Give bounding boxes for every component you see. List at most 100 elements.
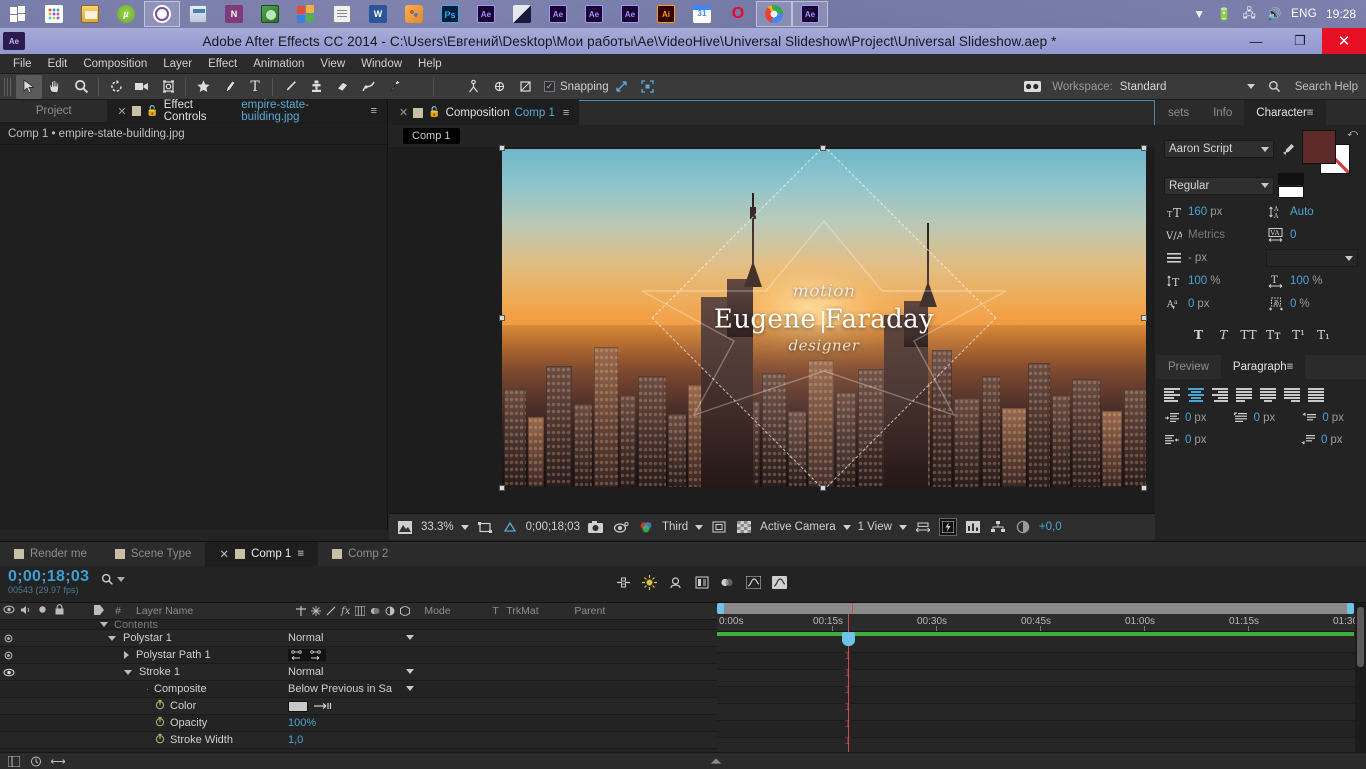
table-row[interactable]: Opacity 100% <box>0 715 717 732</box>
scrollbar-thumb[interactable] <box>1357 607 1364 667</box>
selection-handle[interactable] <box>1141 315 1147 321</box>
panel-menu-icon[interactable]: ≡ <box>297 548 304 560</box>
navigator-end-handle[interactable] <box>1347 603 1354 614</box>
stopwatch-icon[interactable] <box>155 699 165 713</box>
app-green[interactable] <box>252 1 288 27</box>
chevron-down-icon[interactable] <box>406 669 414 674</box>
timeline-graph-area[interactable]: 0:00s 00:15s 00:30s 00:45s 01:00s 01:15s… <box>717 603 1366 763</box>
work-area-bar[interactable] <box>717 632 1354 636</box>
local-axis-mode[interactable] <box>460 75 486 99</box>
composition-breadcrumb[interactable]: Comp 1 <box>389 125 1155 147</box>
composite-mode[interactable]: Below Previous in Sa <box>288 683 414 695</box>
align-center-button[interactable] <box>1186 387 1206 403</box>
layer-mode[interactable]: Normal <box>288 632 414 644</box>
pixel-aspect-icon[interactable] <box>914 518 932 536</box>
timeline-icon[interactable] <box>964 518 982 536</box>
close-icon[interactable]: ✕ <box>219 547 229 561</box>
world-axis-mode[interactable] <box>486 75 512 99</box>
justify-last-right-button[interactable] <box>1282 387 1302 403</box>
disclosure-triangle[interactable] <box>100 622 108 627</box>
video-toggle[interactable] <box>0 668 17 677</box>
timeline-search[interactable] <box>101 573 126 586</box>
region-of-interest-icon[interactable] <box>476 518 494 536</box>
tab-project[interactable]: Project <box>0 100 108 122</box>
close-button[interactable]: ✕ <box>1322 28 1366 54</box>
eyedropper-icon[interactable] <box>1278 140 1298 158</box>
tab-paragraph[interactable]: Paragraph ≡ <box>1220 355 1306 379</box>
tracking-field[interactable]: 0 <box>1290 229 1340 241</box>
menu-composition[interactable]: Composition <box>75 54 155 74</box>
tab-presets[interactable]: sets <box>1156 100 1201 125</box>
selection-handle[interactable] <box>1141 145 1147 151</box>
default-colors-swatch[interactable] <box>1278 186 1304 198</box>
gradient-app[interactable] <box>504 1 540 27</box>
window-controls[interactable]: — ❐ ✕ <box>1234 28 1366 54</box>
colors-app[interactable] <box>288 1 324 27</box>
font-size-field[interactable]: 160 px <box>1188 206 1250 218</box>
timeline-tabbar[interactable]: Render me Scene Type ✕ Comp 1 ≡ Comp 2 <box>0 542 1366 566</box>
resolution-value[interactable]: Third <box>662 521 688 533</box>
timeline-scroll-up-icon[interactable] <box>709 754 723 768</box>
selection-tool[interactable] <box>16 74 42 99</box>
chrome[interactable] <box>756 1 792 27</box>
tracking-value[interactable]: 0 <box>1290 229 1296 241</box>
table-row[interactable]: · Composite Below Previous in Sa <box>0 681 717 698</box>
start-button[interactable] <box>0 1 36 27</box>
layer-name-header[interactable]: Layer Name <box>136 605 296 617</box>
panel-menu-icon[interactable]: ≡ <box>1307 107 1314 119</box>
baseline-shift-field[interactable]: 0 px <box>1188 298 1250 310</box>
time-ruler[interactable]: 0:00s 00:15s 00:30s 00:45s 01:00s 01:15s… <box>717 614 1366 632</box>
tools-toolbar[interactable]: T ✓ Snapping Workspace: Standard Search … <box>0 74 1366 100</box>
after-effects-4[interactable]: Ae <box>612 1 648 27</box>
timeline-bottom-bar[interactable] <box>0 752 1366 769</box>
network-icon[interactable]: 🖧 <box>1241 6 1257 22</box>
effect-controls-tabbar[interactable]: Project ✕ 🔓 Effect Controls empire-state… <box>0 99 387 123</box>
snapping-toggle[interactable]: ✓ Snapping <box>544 81 609 93</box>
show-snapshot-icon[interactable] <box>612 518 630 536</box>
tsume-value[interactable]: 0 <box>1290 298 1296 310</box>
tab-comp-1[interactable]: ✕ Comp 1 ≡ <box>205 542 319 566</box>
app-launcher[interactable] <box>36 1 72 27</box>
tab-comp-2[interactable]: Comp 2 <box>318 542 402 566</box>
table-row[interactable]: Color <box>0 698 717 715</box>
stroke-over-fill-select[interactable] <box>1266 249 1358 267</box>
paint[interactable] <box>396 1 432 27</box>
tab-effect-controls[interactable]: ✕ 🔓 Effect Controls empire-state-buildin… <box>107 99 387 123</box>
lock-toggle-header[interactable] <box>51 604 68 618</box>
timeline-layer-rows[interactable]: Contents Polystar 1 Normal Polystar Path <box>0 620 717 752</box>
menu-bar[interactable]: File Edit Composition Layer Effect Anima… <box>0 54 1366 74</box>
video-toggle-header[interactable] <box>0 605 17 617</box>
frame-render-time-icon[interactable] <box>29 754 43 768</box>
selection-handle[interactable] <box>1141 485 1147 491</box>
clone-stamp-tool[interactable] <box>303 75 329 99</box>
roto-brush-tool[interactable] <box>355 75 381 99</box>
kerning-value[interactable]: Metrics <box>1188 229 1225 241</box>
stopwatch-icon[interactable] <box>155 733 165 747</box>
system-clock[interactable]: 19:28 <box>1326 7 1356 21</box>
lock-icon[interactable]: 🔓 <box>146 106 158 117</box>
camera-chevron-down-icon[interactable] <box>842 524 851 530</box>
zoom-timeline-icon[interactable] <box>51 754 65 768</box>
font-family-select[interactable]: Aaron Script <box>1164 140 1274 158</box>
table-row[interactable]: Polystar Path 1 <box>0 647 717 664</box>
menu-file[interactable]: File <box>5 54 40 74</box>
tsume-field[interactable]: 0 % <box>1290 298 1340 310</box>
superscript-button[interactable]: T¹ <box>1288 325 1310 345</box>
indent-left-field[interactable]: 0 px <box>1162 409 1223 427</box>
menu-help[interactable]: Help <box>410 54 450 74</box>
fill-stroke-swatches[interactable]: ⤺ <box>1302 128 1358 174</box>
path-direction-buttons[interactable] <box>288 649 326 661</box>
fast-previews-icon[interactable] <box>938 518 957 536</box>
color-swatch[interactable] <box>288 700 308 712</box>
current-time-display[interactable]: 0;00;18;03 <box>526 521 580 533</box>
indent-first-line-field[interactable]: 0 px <box>1231 409 1292 427</box>
chevron-down-icon[interactable] <box>406 686 414 691</box>
menu-window[interactable]: Window <box>353 54 410 74</box>
brush-tool[interactable] <box>277 75 303 99</box>
timecode-block[interactable]: 0;00;18;03 00543 (29.97 fps) <box>0 566 89 595</box>
menu-animation[interactable]: Animation <box>245 54 312 74</box>
after-effects-active[interactable]: Ae <box>792 1 828 27</box>
pen-tool[interactable] <box>216 75 242 99</box>
lock-icon[interactable]: 🔓 <box>428 107 440 118</box>
tab-info[interactable]: Info <box>1201 100 1244 125</box>
